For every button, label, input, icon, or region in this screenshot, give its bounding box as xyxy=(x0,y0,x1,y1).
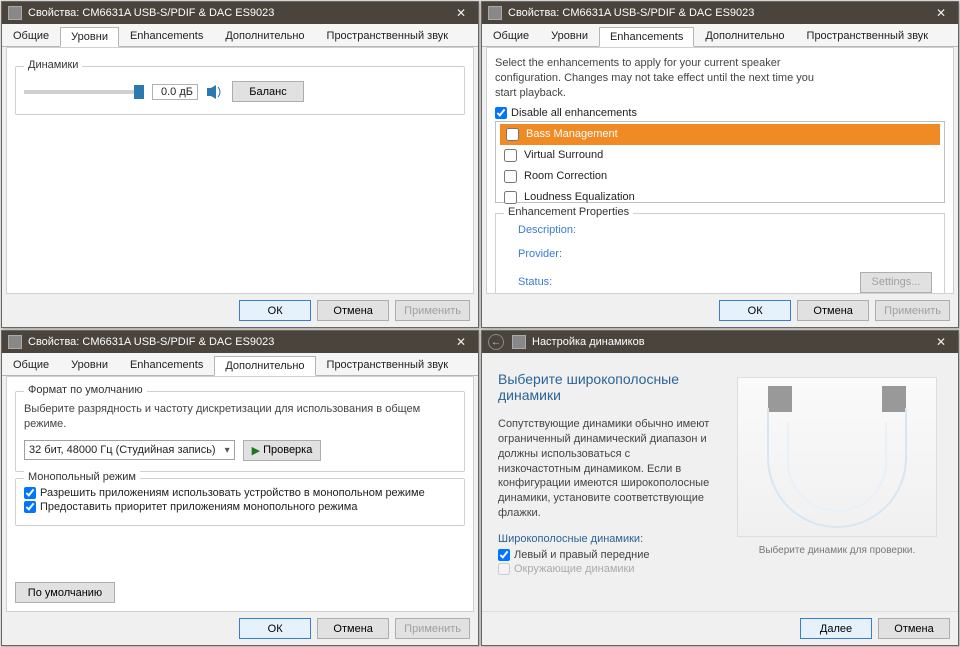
play-icon: ▶ xyxy=(252,444,260,457)
app-icon xyxy=(512,335,526,349)
tab-advanced[interactable]: Дополнительно xyxy=(214,356,315,376)
tab-spatial[interactable]: Пространственный звук xyxy=(316,26,460,46)
window-title: Свойства: CM6631A USB-S/PDIF & DAC ES902… xyxy=(508,7,930,19)
tab-general[interactable]: Общие xyxy=(2,26,60,46)
front-lr-checkbox[interactable]: Левый и правый передние xyxy=(498,549,714,561)
tab-strip: Общие Уровни Enhancements Дополнительно … xyxy=(2,24,478,47)
enhancements-intro: Select the enhancements to apply for you… xyxy=(495,56,835,101)
properties-advanced-window: Свойства: CM6631A USB-S/PDIF & DAC ES902… xyxy=(1,330,479,646)
app-icon xyxy=(488,6,502,20)
settings-button[interactable]: Settings... xyxy=(860,272,932,293)
speaker-icon[interactable] xyxy=(206,84,224,100)
tab-levels[interactable]: Уровни xyxy=(60,27,119,47)
properties-levels-window: Свойства: CM6631A USB-S/PDIF & DAC ES902… xyxy=(1,1,479,328)
diagram-hint: Выберите динамик для проверки. xyxy=(759,545,916,556)
tab-content: Select the enhancements to apply for you… xyxy=(486,47,954,294)
tab-spatial[interactable]: Пространственный звук xyxy=(796,26,940,46)
speakers-group: Динамики 0.0 дБ Баланс xyxy=(15,66,465,115)
window-title: Свойства: CM6631A USB-S/PDIF & DAC ES902… xyxy=(28,7,450,19)
prop-description-label: Description: xyxy=(518,224,936,236)
close-icon[interactable]: ✕ xyxy=(450,333,472,351)
apply-button[interactable]: Применить xyxy=(395,300,470,321)
apply-button[interactable]: Применить xyxy=(395,618,470,639)
next-button[interactable]: Далее xyxy=(800,618,872,639)
enhancement-properties: Enhancement Properties Description: Prov… xyxy=(495,213,945,294)
window-title: Свойства: CM6631A USB-S/PDIF & DAC ES902… xyxy=(28,336,450,348)
prop-provider-label: Provider: xyxy=(518,248,936,260)
titlebar[interactable]: Свойства: CM6631A USB-S/PDIF & DAC ES902… xyxy=(482,2,958,24)
cancel-button[interactable]: Отмена xyxy=(878,618,950,639)
titlebar[interactable]: Свойства: CM6631A USB-S/PDIF & DAC ES902… xyxy=(2,2,478,24)
wizard-content: Выберите широкополосные динамики Сопутст… xyxy=(482,353,958,611)
close-icon[interactable]: ✕ xyxy=(450,4,472,22)
cancel-button[interactable]: Отмена xyxy=(317,300,389,321)
balance-button[interactable]: Баланс xyxy=(232,81,304,102)
volume-db-value: 0.0 дБ xyxy=(152,84,198,100)
tab-enhancements[interactable]: Enhancements xyxy=(119,355,214,375)
prop-title: Enhancement Properties xyxy=(504,206,633,218)
disable-all-label: Disable all enhancements xyxy=(511,107,637,119)
tab-enhancements[interactable]: Enhancements xyxy=(119,26,214,46)
group-label: Динамики xyxy=(24,59,82,71)
app-icon xyxy=(8,6,22,20)
speaker-diagram[interactable] xyxy=(737,377,937,537)
format-help: Выберите разрядность и частоту дискретиз… xyxy=(24,402,456,432)
tab-advanced[interactable]: Дополнительно xyxy=(214,26,315,46)
prop-status-label: Status: xyxy=(518,276,552,288)
tab-strip: Общие Уровни Enhancements Дополнительно … xyxy=(482,24,958,47)
list-item: Virtual Surround xyxy=(500,145,940,166)
dialog-footer: ОК Отмена Применить xyxy=(2,294,478,327)
ok-button[interactable]: ОК xyxy=(719,300,791,321)
tab-strip: Общие Уровни Enhancements Дополнительно … xyxy=(2,353,478,376)
list-item: Bass Management xyxy=(500,124,940,145)
cancel-button[interactable]: Отмена xyxy=(797,300,869,321)
disable-all-checkbox[interactable]: Disable all enhancements xyxy=(495,107,945,119)
test-button[interactable]: ▶Проверка xyxy=(243,440,322,461)
priority-exclusive-checkbox[interactable]: Предоставить приоритет приложениям моноп… xyxy=(24,501,456,513)
restore-defaults-button[interactable]: По умолчанию xyxy=(15,582,115,603)
titlebar[interactable]: ← Настройка динамиков ✕ xyxy=(482,331,958,353)
dialog-footer: ОК Отмена Применить xyxy=(482,294,958,327)
tab-content: Формат по умолчанию Выберите разрядность… xyxy=(6,376,474,612)
group-label: Монопольный режим xyxy=(24,471,140,483)
exclusive-mode-group: Монопольный режим Разрешить приложениям … xyxy=(15,478,465,526)
list-item: Loudness Equalization xyxy=(500,187,940,208)
tab-advanced[interactable]: Дополнительно xyxy=(694,26,795,46)
back-icon[interactable]: ← xyxy=(488,334,504,350)
tab-general[interactable]: Общие xyxy=(482,26,540,46)
wizard-subheading: Широкополосные динамики: xyxy=(498,533,714,545)
list-item: Room Correction xyxy=(500,166,940,187)
tab-spatial[interactable]: Пространственный звук xyxy=(316,355,460,375)
window-title: Настройка динамиков xyxy=(532,336,930,348)
tab-levels[interactable]: Уровни xyxy=(540,26,599,46)
wizard-body: Сопутствующие динамики обычно имеют огра… xyxy=(498,417,714,521)
titlebar[interactable]: Свойства: CM6631A USB-S/PDIF & DAC ES902… xyxy=(2,331,478,353)
cancel-button[interactable]: Отмена xyxy=(317,618,389,639)
speaker-setup-wizard: ← Настройка динамиков ✕ Выберите широкоп… xyxy=(481,330,959,646)
wizard-footer: Далее Отмена xyxy=(482,611,958,645)
close-icon[interactable]: ✕ xyxy=(930,4,952,22)
ok-button[interactable]: ОК xyxy=(239,300,311,321)
tab-content: Динамики 0.0 дБ Баланс xyxy=(6,47,474,294)
dialog-footer: ОК Отмена Применить xyxy=(2,612,478,645)
apply-button[interactable]: Применить xyxy=(875,300,950,321)
volume-slider[interactable] xyxy=(24,90,144,94)
properties-enhancements-window: Свойства: CM6631A USB-S/PDIF & DAC ES902… xyxy=(481,1,959,328)
tab-levels[interactable]: Уровни xyxy=(60,355,119,375)
disable-all-input[interactable] xyxy=(495,107,507,119)
wizard-heading: Выберите широкополосные динамики xyxy=(498,371,714,403)
tab-enhancements[interactable]: Enhancements xyxy=(599,27,694,47)
format-combo[interactable]: 32 бит, 48000 Гц (Студийная запись) xyxy=(24,440,235,460)
app-icon xyxy=(8,335,22,349)
close-icon[interactable]: ✕ xyxy=(930,333,952,351)
enhancements-list[interactable]: Bass Management Virtual Surround Room Co… xyxy=(495,121,945,203)
ok-button[interactable]: ОК xyxy=(239,618,311,639)
default-format-group: Формат по умолчанию Выберите разрядность… xyxy=(15,391,465,472)
group-label: Формат по умолчанию xyxy=(24,384,147,396)
surround-checkbox: Окружающие динамики xyxy=(498,563,714,575)
allow-exclusive-checkbox[interactable]: Разрешить приложениям использовать устро… xyxy=(24,487,456,499)
tab-general[interactable]: Общие xyxy=(2,355,60,375)
